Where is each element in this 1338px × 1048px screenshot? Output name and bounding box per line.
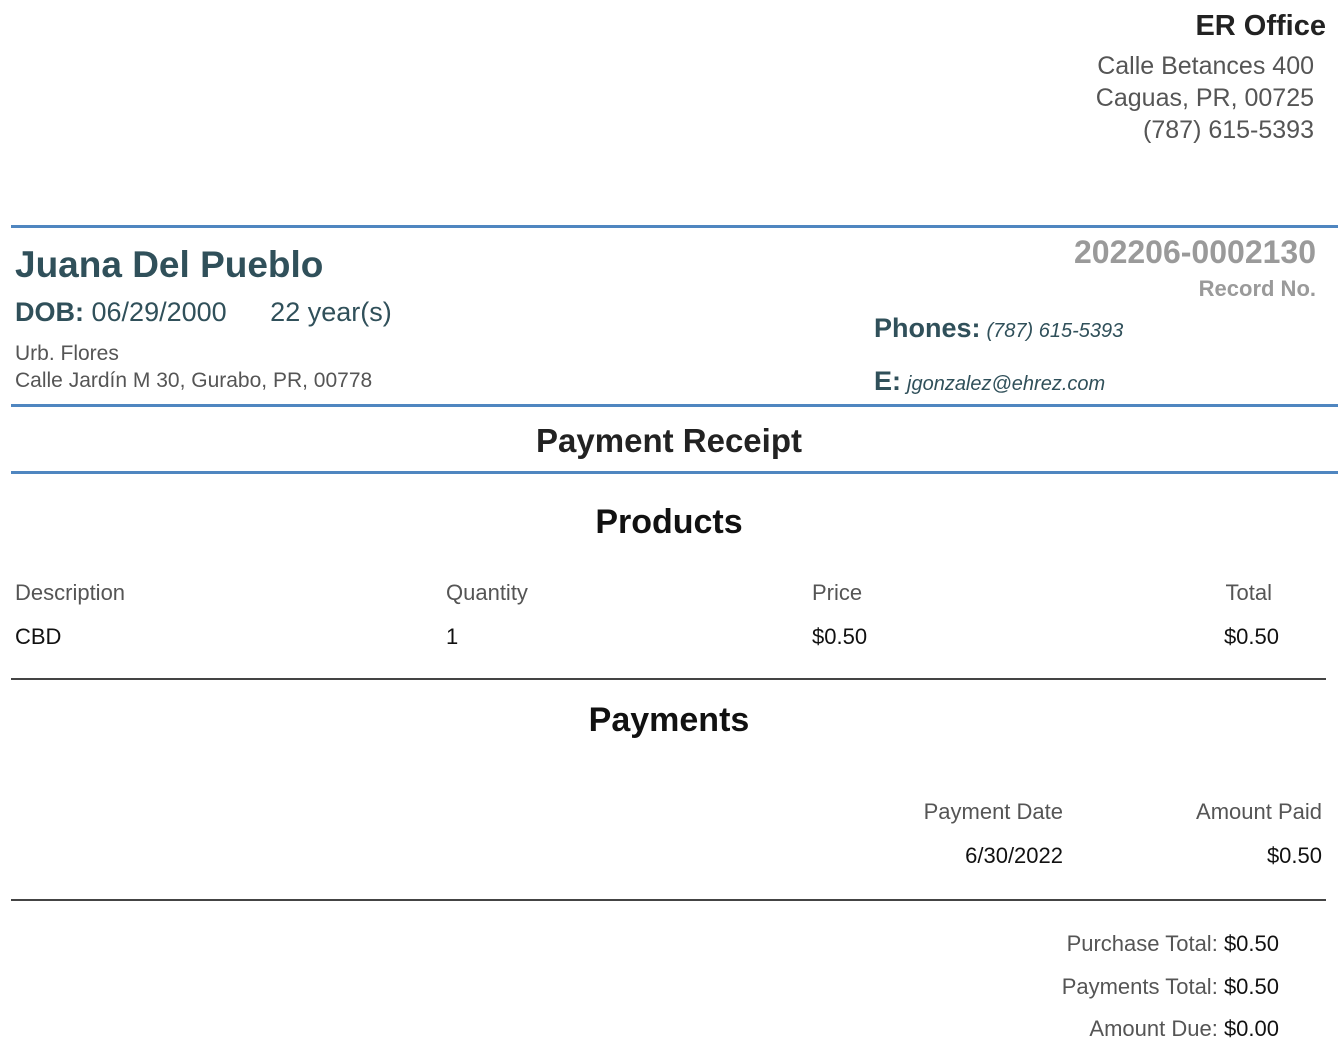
products-divider	[11, 678, 1326, 680]
patient-name: Juana Del Pueblo	[15, 244, 324, 285]
patient-phone: (787) 615-5393	[986, 320, 1124, 342]
patient-phones: Phones: (787) 615-5393	[874, 313, 1123, 344]
purchase-total-label: Purchase Total:	[1066, 931, 1218, 956]
record-number: 202206-0002130	[1073, 234, 1316, 270]
purchase-total-value: $0.50	[1223, 931, 1279, 956]
payments-total-row: Payments Total: $0.50	[1062, 974, 1279, 1000]
office-name: ER Office	[1195, 10, 1326, 42]
patient-email-value: jgonzalez@ehrez.com	[907, 373, 1106, 395]
products-section-title: Products	[595, 503, 743, 541]
record-number-label: Record No.	[1198, 276, 1316, 301]
title-divider	[11, 471, 1338, 474]
payment-amount: $0.50	[1266, 843, 1322, 868]
document-title: Payment Receipt	[536, 422, 802, 459]
product-price: $0.50	[812, 624, 868, 649]
col-price: Price	[812, 580, 863, 605]
patient-address-line1: Urb. Flores	[15, 342, 119, 365]
purchase-total-row: Purchase Total: $0.50	[1067, 931, 1279, 957]
payment-date: 6/30/2022	[965, 843, 1063, 868]
col-total: Total	[1225, 580, 1272, 605]
patient-email: E: jgonzalez@ehrez.com	[874, 366, 1105, 397]
patient-dob-row: DOB: 06/29/2000 22 year(s)	[15, 297, 392, 328]
amount-due-label: Amount Due:	[1089, 1016, 1218, 1041]
dob-value: 06/29/2000	[91, 297, 227, 327]
phones-label: Phones:	[874, 313, 981, 343]
payments-total-value: $0.50	[1223, 974, 1279, 999]
patient-divider	[11, 404, 1338, 407]
amount-due-value: $0.00	[1223, 1016, 1279, 1041]
office-phone: (787) 615-5393	[1143, 116, 1314, 144]
col-payment-date: Payment Date	[923, 799, 1063, 824]
payments-total-label: Payments Total:	[1061, 974, 1218, 999]
dob-label: DOB:	[15, 297, 84, 327]
col-amount-paid: Amount Paid	[1196, 799, 1322, 824]
product-quantity: 1	[446, 624, 459, 649]
header-divider	[11, 225, 1338, 228]
product-total: $0.50	[1223, 624, 1279, 649]
patient-age: 22 year(s)	[270, 297, 392, 327]
col-quantity: Quantity	[446, 580, 528, 605]
product-description: CBD	[15, 624, 62, 649]
email-label: E:	[874, 366, 901, 396]
amount-due-row: Amount Due: $0.00	[1089, 1016, 1279, 1042]
patient-address-line2: Calle Jardín M 30, Gurabo, PR, 00778	[15, 369, 373, 392]
payments-divider	[11, 899, 1326, 901]
col-description: Description	[15, 580, 126, 605]
payments-section-title: Payments	[588, 701, 750, 739]
office-address-line1: Calle Betances 400	[1097, 52, 1314, 80]
office-address-line2: Caguas, PR, 00725	[1095, 84, 1314, 112]
